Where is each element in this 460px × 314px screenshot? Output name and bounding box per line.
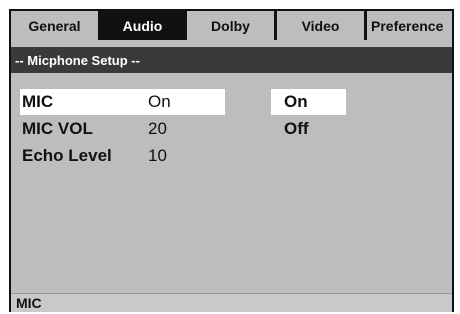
setting-row-mic[interactable]: MIC On	[20, 89, 225, 115]
settings-panel: MIC On MIC VOL 20 Echo Level 10 On Off	[11, 73, 452, 291]
tab-audio[interactable]: Audio	[101, 11, 187, 40]
status-bar: MIC	[11, 293, 452, 312]
dvd-setup-screen: General Audio Dolby Video Preference -- …	[9, 9, 454, 312]
setting-value: 20	[148, 119, 167, 138]
tab-general[interactable]: General	[11, 11, 101, 40]
section-title: -- Micphone Setup --	[11, 47, 452, 73]
option-off[interactable]: Off	[271, 116, 346, 142]
option-on[interactable]: On	[271, 89, 346, 115]
tab-bar: General Audio Dolby Video Preference	[11, 11, 452, 40]
setting-label: MIC	[22, 92, 54, 111]
setting-value: On	[148, 92, 171, 111]
tab-video[interactable]: Video	[277, 11, 367, 40]
setting-row-mic-vol[interactable]: MIC VOL 20	[20, 116, 167, 142]
setting-label: Echo Level	[22, 146, 112, 165]
setting-row-echo-level[interactable]: Echo Level 10	[20, 143, 167, 169]
setting-value: 10	[148, 146, 167, 165]
setting-label: MIC VOL	[22, 119, 93, 138]
tab-dolby[interactable]: Dolby	[187, 11, 277, 40]
tab-preference[interactable]: Preference	[367, 11, 452, 40]
